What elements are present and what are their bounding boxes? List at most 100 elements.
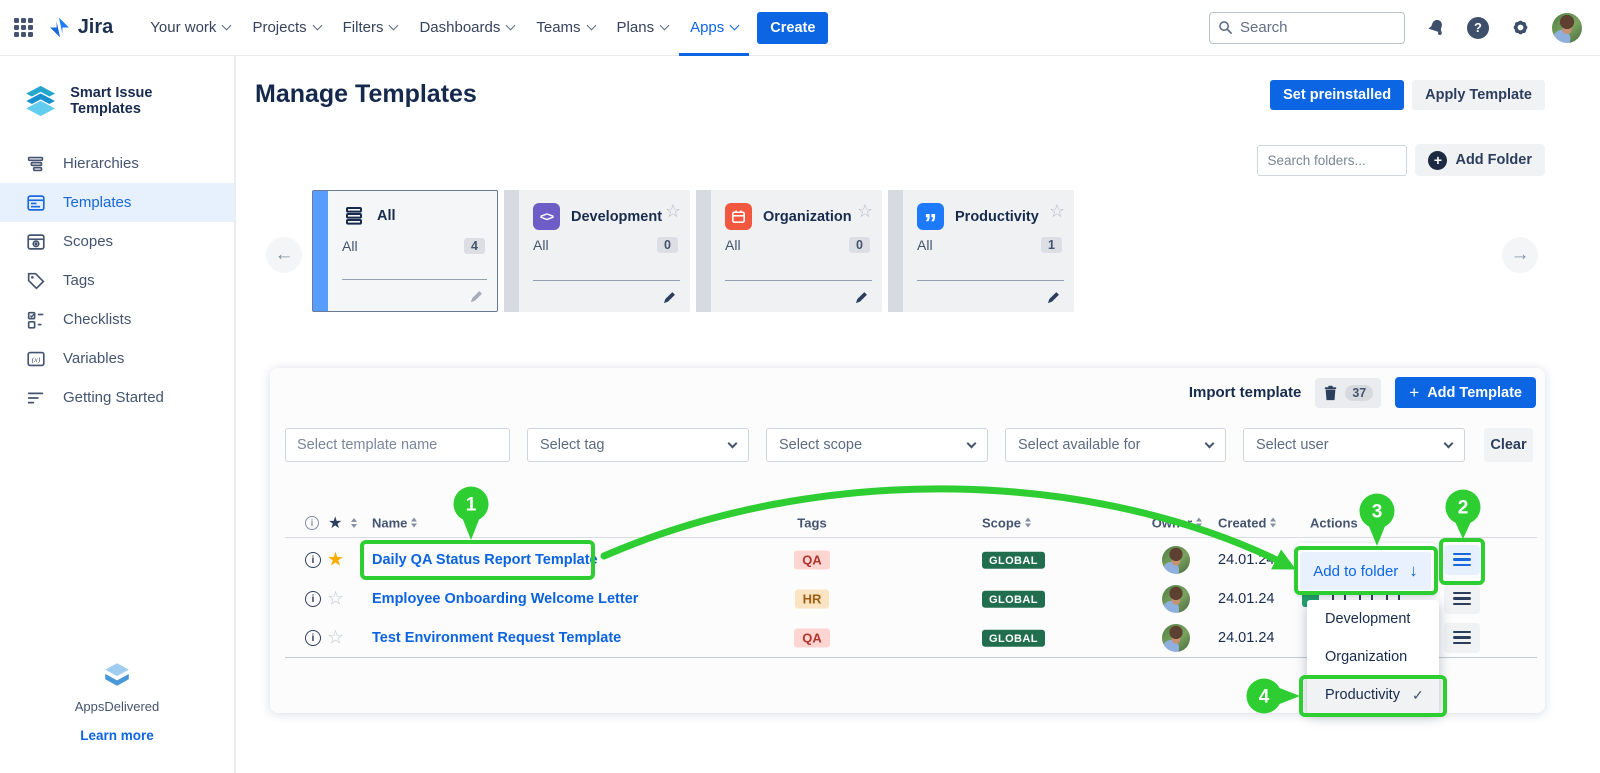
chevron-down-icon [586, 21, 596, 31]
column-scope[interactable]: Scope [982, 515, 1031, 530]
menu-item-productivity[interactable]: Productivity✓ [1307, 676, 1439, 713]
notifications-bell-icon[interactable] [1425, 17, 1447, 39]
favorite-star-icon[interactable]: ☆ [665, 201, 681, 222]
sort-icon [1196, 518, 1202, 528]
folder-card-organization[interactable]: Organization ☆ All 0 [696, 190, 882, 312]
created-date: 24.01.24 [1218, 630, 1274, 646]
user-avatar[interactable] [1552, 13, 1582, 43]
appsdelivered-label: AppsDelivered [0, 699, 234, 714]
nav-plans[interactable]: Plans [606, 0, 680, 56]
favorite-star-icon[interactable]: ★ [327, 548, 344, 571]
plus-icon: + [1428, 151, 1447, 170]
tag-cell: QA [782, 550, 842, 569]
search-input[interactable] [1240, 19, 1380, 36]
template-name-link[interactable]: Test Environment Request Template [372, 630, 621, 646]
chevron-down-icon [222, 21, 232, 31]
info-icon[interactable]: i [305, 552, 321, 568]
clear-filters-button[interactable]: Clear [1484, 428, 1533, 462]
add-folder-button[interactable]: + Add Folder [1415, 144, 1545, 176]
templates-icon [25, 192, 47, 214]
add-template-button[interactable]: + Add Template [1395, 377, 1536, 408]
info-column-icon: i [305, 516, 319, 530]
app-header: Smart Issue Templates [0, 56, 234, 144]
owner-avatar [1162, 585, 1190, 613]
card-accent-stripe [888, 190, 903, 312]
favorite-star-icon[interactable]: ☆ [327, 626, 344, 649]
set-preinstalled-button[interactable]: Set preinstalled [1270, 80, 1404, 110]
code-icon: <> [533, 203, 560, 230]
column-name[interactable]: Name [372, 515, 417, 530]
info-icon[interactable]: i [305, 630, 321, 646]
scope-badge: GLOBAL [982, 591, 1045, 608]
edit-pencil-icon[interactable] [1046, 290, 1061, 305]
nav-apps[interactable]: Apps [679, 0, 749, 56]
sidebar-item-hierarchies[interactable]: Hierarchies [0, 144, 234, 183]
carousel-left-arrow[interactable]: ← [266, 237, 302, 273]
select-scope-dropdown[interactable]: Select scope [766, 428, 988, 462]
folder-name: Organization [763, 209, 852, 225]
select-user-dropdown[interactable]: Select user [1243, 428, 1465, 462]
chevron-down-icon [1444, 438, 1454, 448]
sidebar: Smart Issue Templates Hierarchies Templa… [0, 56, 236, 773]
folder-count-badge: 1 [1041, 237, 1062, 253]
apply-template-button[interactable]: Apply Template [1412, 80, 1545, 110]
scope-badge: GLOBAL [982, 630, 1045, 647]
nav-filters[interactable]: Filters [332, 0, 409, 56]
nav-your-work[interactable]: Your work [139, 0, 241, 56]
quote-icon: ” [917, 203, 944, 230]
favorite-star-icon[interactable]: ☆ [327, 587, 344, 610]
template-name-link[interactable]: Employee Onboarding Welcome Letter [372, 591, 638, 607]
sidebar-item-templates[interactable]: Templates [0, 183, 234, 222]
row-menu-button[interactable] [1444, 623, 1480, 653]
tag-badge: QA [794, 550, 830, 569]
sidebar-item-variables[interactable]: (x) Variables [0, 339, 234, 378]
scopes-icon [25, 231, 47, 253]
sidebar-item-tags[interactable]: Tags [0, 261, 234, 300]
card-divider [533, 280, 680, 281]
nav-projects[interactable]: Projects [241, 0, 331, 56]
help-icon[interactable]: ? [1467, 17, 1489, 39]
sidebar-item-scopes[interactable]: Scopes [0, 222, 234, 261]
favorite-star-icon[interactable]: ☆ [1049, 201, 1065, 222]
settings-gear-icon[interactable] [1509, 16, 1532, 39]
menu-item-organization[interactable]: Organization [1307, 638, 1439, 676]
edit-pencil-icon[interactable] [854, 290, 869, 305]
stack-icon [342, 204, 366, 228]
import-template-link[interactable]: Import template [1189, 384, 1302, 401]
appsdelivered-logo [102, 661, 132, 689]
sidebar-item-checklists[interactable]: Checklists [0, 300, 234, 339]
nav-dashboards[interactable]: Dashboards [408, 0, 525, 56]
sort-icon[interactable] [351, 518, 357, 528]
add-to-folder-button[interactable]: Add to folder ↓ [1300, 552, 1431, 590]
folder-card-productivity[interactable]: ” Productivity ☆ All 1 [888, 190, 1074, 312]
folder-card-all[interactable]: All All 4 [312, 190, 498, 312]
select-template-name-input[interactable] [285, 428, 510, 462]
column-created[interactable]: Created [1218, 515, 1276, 530]
check-icon: ✓ [1412, 687, 1424, 704]
global-search-box[interactable] [1209, 12, 1405, 44]
folder-name: Development [571, 209, 662, 225]
edit-pencil-icon[interactable] [662, 290, 677, 305]
folder-sub-label: All [533, 237, 549, 253]
row-menu-button[interactable] [1444, 584, 1480, 614]
sidebar-item-getting-started[interactable]: Getting Started [0, 378, 234, 417]
chevron-down-icon [967, 438, 977, 448]
row-menu-button[interactable] [1444, 545, 1480, 575]
edit-pencil-icon[interactable] [469, 289, 484, 304]
folder-card-development[interactable]: <> Development ☆ All 0 [504, 190, 690, 312]
carousel-right-arrow[interactable]: → [1502, 237, 1538, 273]
app-grid-icon[interactable] [14, 18, 33, 37]
info-icon[interactable]: i [305, 591, 321, 607]
create-button[interactable]: Create [757, 12, 828, 44]
select-tag-dropdown[interactable]: Select tag [527, 428, 749, 462]
jira-logo[interactable]: Jira [47, 15, 114, 40]
nav-teams[interactable]: Teams [525, 0, 605, 56]
template-name-link[interactable]: Daily QA Status Report Template [372, 552, 598, 568]
trash-button[interactable]: 37 [1315, 378, 1381, 408]
column-owner[interactable]: Owner [1141, 515, 1213, 530]
favorite-star-icon[interactable]: ☆ [857, 201, 873, 222]
select-available-for-dropdown[interactable]: Select available for [1005, 428, 1226, 462]
search-folders-input[interactable] [1257, 145, 1407, 176]
learn-more-link[interactable]: Learn more [0, 728, 234, 743]
menu-item-development[interactable]: Development [1307, 600, 1439, 638]
